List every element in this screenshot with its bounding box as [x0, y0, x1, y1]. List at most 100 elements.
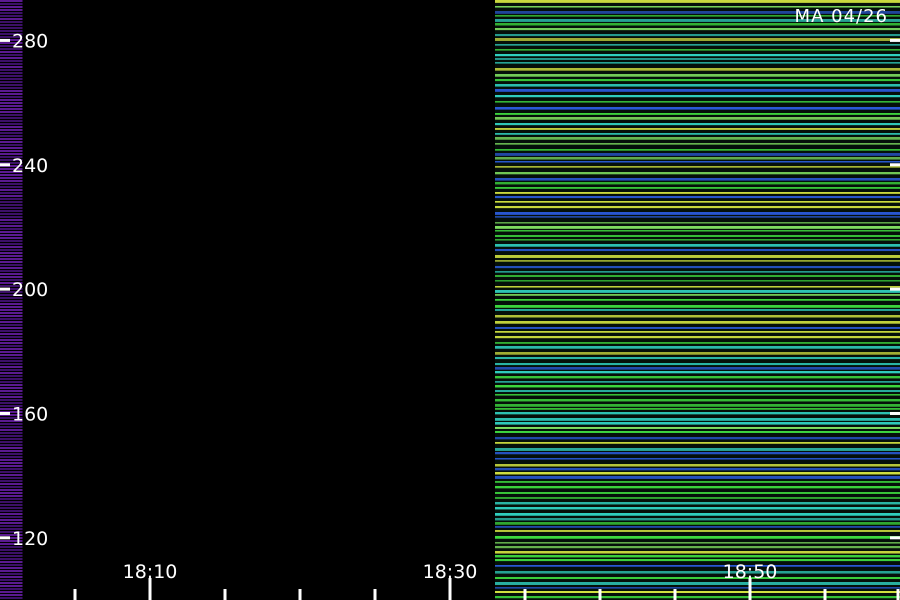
signal-band: [495, 230, 900, 232]
strip-line: [0, 399, 23, 401]
signal-band: [495, 123, 900, 126]
signal-band: [495, 133, 900, 135]
strip-line: [0, 84, 23, 86]
signal-band: [495, 452, 900, 455]
signal-band: [495, 582, 900, 585]
strip-line: [0, 99, 23, 101]
signal-band: [495, 54, 900, 57]
strip-line: [0, 240, 23, 242]
strip-line: [0, 102, 23, 104]
signal-band: [495, 309, 900, 311]
strip-line: [0, 66, 23, 68]
signal-band: [495, 431, 900, 433]
signal-band: [495, 437, 900, 440]
signal-band: [495, 107, 900, 110]
signal-band: [495, 546, 900, 549]
signal-band: [495, 206, 900, 209]
strip-line: [0, 243, 23, 245]
strip-line: [0, 369, 23, 371]
signal-band: [495, 74, 900, 77]
strip-line: [0, 87, 23, 89]
strip-line: [0, 339, 23, 341]
signal-band: [495, 95, 900, 98]
strip-line: [0, 558, 23, 560]
signal-band: [495, 216, 900, 218]
strip-line: [0, 15, 23, 17]
signal-band: [495, 565, 900, 567]
strip-line: [0, 483, 23, 485]
strip-line: [0, 126, 23, 128]
signal-band: [495, 385, 900, 388]
strip-line: [0, 513, 23, 515]
strip-line: [0, 54, 23, 56]
strip-line: [0, 189, 23, 191]
strip-line: [0, 213, 23, 215]
strip-line: [0, 216, 23, 218]
strip-line: [0, 375, 23, 377]
strip-line: [0, 456, 23, 458]
strip-line: [0, 324, 23, 326]
strip-line: [0, 210, 23, 212]
strip-line: [0, 129, 23, 131]
signal-band: [495, 412, 900, 415]
strip-line: [0, 315, 23, 317]
y-tick-label: 200: [12, 279, 48, 301]
signal-band: [495, 346, 900, 349]
signal-band: [495, 418, 900, 421]
strip-line: [0, 471, 23, 473]
strip-line: [0, 237, 23, 239]
strip-line: [0, 561, 23, 563]
signal-band: [495, 192, 900, 194]
signal-band: [495, 526, 900, 528]
strip-line: [0, 588, 23, 590]
signal-band: [495, 591, 900, 594]
strip-line: [0, 396, 23, 398]
signal-band: [495, 536, 900, 539]
signal-band: [495, 172, 900, 175]
strip-line: [0, 495, 23, 497]
strip-line: [0, 441, 23, 443]
strip-line: [0, 363, 23, 365]
strip-line: [0, 78, 23, 80]
strip-line: [0, 0, 23, 2]
signal-band: [495, 294, 900, 296]
signal-band: [495, 381, 900, 383]
strip-line: [0, 201, 23, 203]
signal-band: [495, 336, 900, 339]
signal-band: [495, 143, 900, 145]
strip-line: [0, 222, 23, 224]
strip-line: [0, 450, 23, 452]
signal-band: [495, 367, 900, 370]
strip-line: [0, 252, 23, 254]
strip-line: [0, 135, 23, 137]
strip-line: [0, 234, 23, 236]
signal-band: [495, 137, 900, 140]
signal-band: [495, 577, 900, 580]
x-tick-label: 18:50: [723, 561, 778, 583]
signal-band: [495, 513, 900, 516]
strip-line: [0, 18, 23, 20]
signal-band: [495, 58, 900, 60]
strip-line: [0, 384, 23, 386]
strip-line: [0, 150, 23, 152]
signal-band: [495, 315, 900, 318]
signal-band: [495, 187, 900, 189]
strip-line: [0, 372, 23, 374]
strip-line: [0, 474, 23, 476]
signal-band: [495, 0, 900, 3]
signal-band: [495, 49, 900, 51]
signal-band: [495, 321, 900, 324]
strip-line: [0, 525, 23, 527]
strip-line: [0, 393, 23, 395]
strip-line: [0, 321, 23, 323]
strip-line: [0, 90, 23, 92]
strip-line: [0, 120, 23, 122]
signal-band: [495, 596, 900, 599]
signal-band: [495, 464, 900, 467]
signal-band: [495, 249, 900, 252]
strip-line: [0, 9, 23, 11]
strip-line: [0, 519, 23, 521]
signal-band: [495, 486, 900, 489]
strip-line: [0, 24, 23, 26]
signal-band: [495, 559, 900, 562]
